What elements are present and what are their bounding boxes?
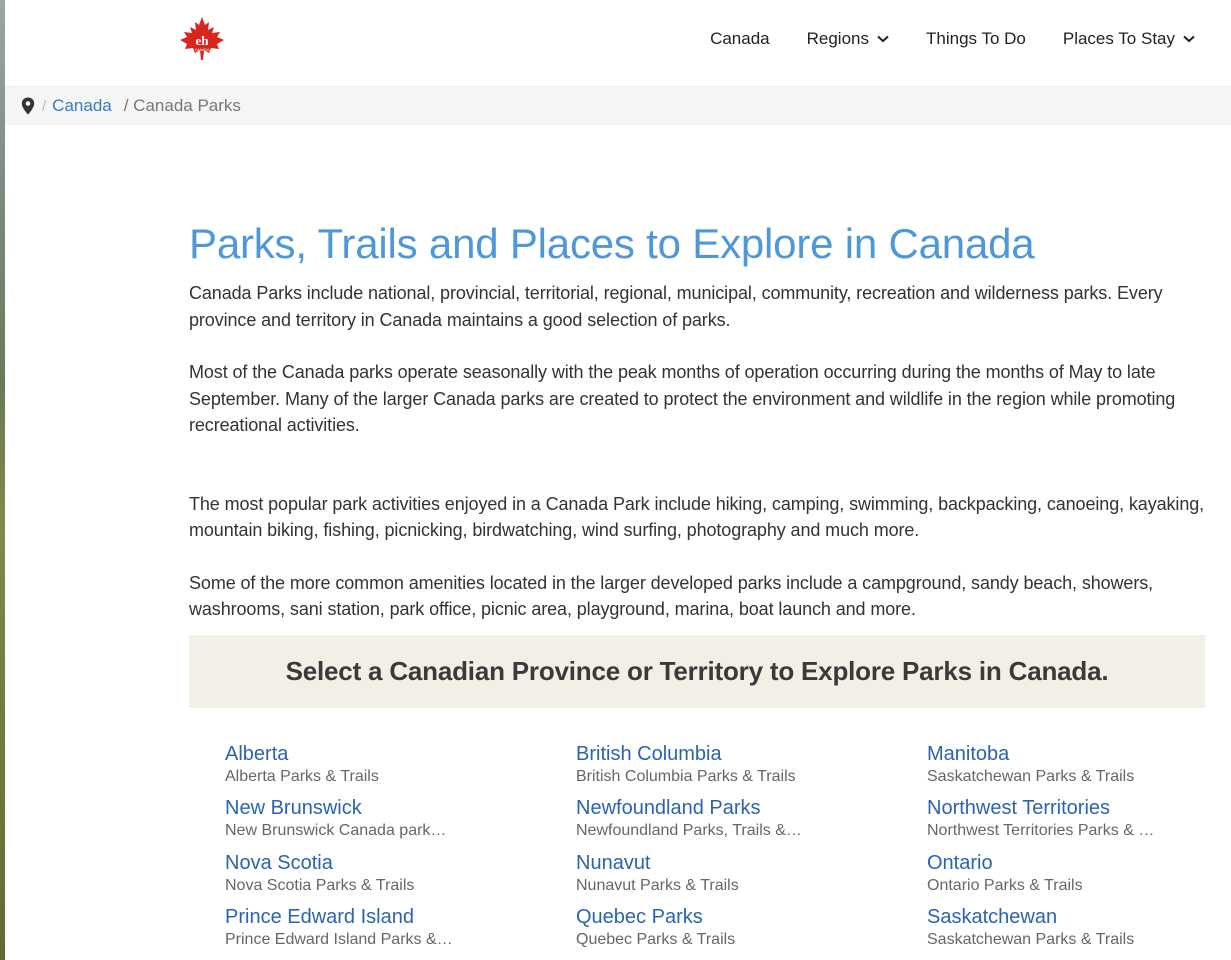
province-name[interactable]: Saskatchewan xyxy=(927,905,1207,929)
main-nav: Canada Regions Things To Do Places To St… xyxy=(673,28,1195,50)
nav-label: Regions xyxy=(806,29,869,48)
intro-paragraph: Canada Parks include national, provincia… xyxy=(189,283,1163,330)
province-item-alberta[interactable]: Alberta Alberta Parks & Trails xyxy=(225,742,576,791)
province-item-newfoundland[interactable]: Newfoundland Parks Newfoundland Parks, T… xyxy=(576,796,927,845)
activities-paragraph: The most popular park activities enjoyed… xyxy=(189,493,1205,541)
nav-label: Things To Do xyxy=(926,29,1026,48)
province-subtitle: Ontario Parks & Trails xyxy=(927,876,1083,894)
main-content: Parks, Trails and Places to Explore in C… xyxy=(189,218,1205,954)
province-item-manitoba[interactable]: Manitoba Saskatchewan Parks & Trails xyxy=(927,742,1207,791)
province-list: Alberta Alberta Parks & Trails British C… xyxy=(189,742,1205,954)
province-name[interactable]: Prince Edward Island xyxy=(225,905,576,929)
province-subtitle: Saskatchewan Parks & Trails xyxy=(927,767,1135,785)
province-name[interactable]: Manitoba xyxy=(927,742,1207,766)
province-item-nunavut[interactable]: Nunavut Nunavut Parks & Trails xyxy=(576,851,927,900)
breadcrumb-separator: / xyxy=(42,97,47,115)
province-name[interactable]: Newfoundland Parks xyxy=(576,796,927,820)
province-subtitle: Saskatchewan Parks & Trails xyxy=(927,931,1135,948)
province-item-new-brunswick[interactable]: New Brunswick New Brunswick Canada park… xyxy=(225,796,576,845)
province-subtitle: New Brunswick Canada park… xyxy=(225,822,447,839)
maple-leaf-logo[interactable]: eh CANADA xyxy=(176,16,228,62)
province-subtitle: Alberta Parks & Trails xyxy=(225,767,379,785)
season-paragraph: Most of the Canada parks operate seasona… xyxy=(189,362,1176,435)
province-select-heading: Select a Canadian Province or Territory … xyxy=(285,655,1109,686)
province-subtitle: Nova Scotia Parks & Trails xyxy=(225,876,415,894)
chevron-down-icon xyxy=(1183,35,1195,43)
province-select-banner: Select a Canadian Province or Territory … xyxy=(189,634,1205,708)
nav-item-places-to-stay[interactable]: Places To Stay xyxy=(1063,28,1195,50)
province-item-ontario[interactable]: Ontario Ontario Parks & Trails xyxy=(927,851,1207,900)
nav-item-things-to-do[interactable]: Things To Do xyxy=(926,28,1026,50)
map-pin-icon xyxy=(21,97,35,115)
province-item-quebec[interactable]: Quebec Parks Quebec Parks & Trails xyxy=(576,905,927,954)
nav-item-canada[interactable]: Canada xyxy=(710,28,770,50)
province-item-saskatchewan[interactable]: Saskatchewan Saskatchewan Parks & Trails xyxy=(927,905,1207,954)
logo-text: eh xyxy=(196,33,210,48)
chevron-down-icon xyxy=(877,35,889,43)
nav-label: Canada xyxy=(710,29,770,48)
breadcrumb-link-canada[interactable]: Canada xyxy=(52,96,112,116)
province-subtitle: British Columbia Parks & Trails xyxy=(576,767,796,785)
province-subtitle: Quebec Parks & Trails xyxy=(576,931,736,948)
province-subtitle: Newfoundland Parks, Trails &… xyxy=(576,822,802,839)
site-header: eh CANADA Canada Regions Things To Do Pl… xyxy=(5,0,1231,87)
province-item-northwest-territories[interactable]: Northwest Territories Northwest Territor… xyxy=(927,796,1207,845)
province-name[interactable]: Ontario xyxy=(927,851,1207,875)
province-name[interactable]: Quebec Parks xyxy=(576,905,927,929)
province-name[interactable]: British Columbia xyxy=(576,742,927,766)
province-name[interactable]: Nunavut xyxy=(576,851,927,875)
nav-label: Places To Stay xyxy=(1062,29,1175,48)
province-name[interactable]: Nova Scotia xyxy=(225,851,576,875)
province-name[interactable]: Alberta xyxy=(225,742,576,766)
province-item-prince-edward-island[interactable]: Prince Edward Island Prince Edward Islan… xyxy=(225,905,576,954)
nav-item-regions[interactable]: Regions xyxy=(807,28,889,50)
breadcrumb-current: / Canada Parks xyxy=(123,96,241,115)
amenities-paragraph: Some of the more common amenities locate… xyxy=(189,572,1154,620)
province-subtitle: Nunavut Parks & Trails xyxy=(576,876,739,894)
breadcrumb: / Canada / Canada Parks xyxy=(5,87,1231,125)
province-subtitle: Northwest Territories Parks & … xyxy=(927,822,1155,839)
province-subtitle: Prince Edward Island Parks &… xyxy=(225,931,453,948)
background-image-edge xyxy=(0,0,5,960)
province-name[interactable]: Northwest Territories xyxy=(927,796,1207,820)
province-name[interactable]: New Brunswick xyxy=(225,796,576,820)
province-item-nova-scotia[interactable]: Nova Scotia Nova Scotia Parks & Trails xyxy=(225,851,576,900)
province-item-british-columbia[interactable]: British Columbia British Columbia Parks … xyxy=(576,742,927,791)
logo-subtext: CANADA xyxy=(195,48,210,52)
page-title: Parks, Trails and Places to Explore in C… xyxy=(189,220,1035,267)
